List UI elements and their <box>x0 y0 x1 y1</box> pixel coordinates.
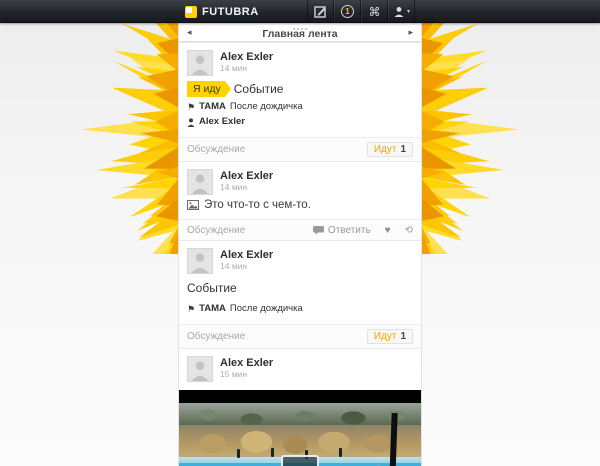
event-author[interactable]: Alex Exler <box>199 116 245 128</box>
person-icon <box>187 118 195 127</box>
command-icon: ⌘ <box>369 6 381 18</box>
flag-icon: ⚑ <box>187 304 195 314</box>
notifications-button[interactable]: 1 <box>334 0 361 23</box>
page: FUTUBRA 1 ⌘ ▾ <box>0 0 600 466</box>
going-counter[interactable]: Идут 1 <box>367 142 413 157</box>
republish-button[interactable]: ⟲ <box>405 225 413 236</box>
brand-name: FUTUBRA <box>202 6 259 18</box>
feed-header: ◂ Главная лента ▸ <box>179 23 421 42</box>
shortcuts-button[interactable]: ⌘ <box>361 0 388 23</box>
photo-icon <box>187 200 199 210</box>
post-text: Alex Exler 14 мин Это что-то с чем-то. О… <box>179 161 421 240</box>
event-author-row: Alex Exler <box>187 116 413 128</box>
notification-count: 1 <box>345 8 349 16</box>
topbar-actions: 1 ⌘ ▾ <box>307 0 415 23</box>
feed-column: ◂ Главная лента ▸ Alex Exler 14 мин <box>178 23 422 466</box>
reply-label: Ответить <box>328 225 371 236</box>
post-author[interactable]: Alex Exler <box>220 249 273 261</box>
post-time: 14 мин <box>220 261 273 272</box>
user-icon <box>393 6 405 18</box>
post-header: Alex Exler 14 мин <box>187 169 413 195</box>
post-author[interactable]: Alex Exler <box>220 170 273 182</box>
event-place[interactable]: После дождичка <box>230 101 303 113</box>
post-time: 14 мин <box>220 182 273 193</box>
avatar[interactable] <box>187 50 213 76</box>
flag-icon: ⚑ <box>187 102 195 112</box>
reply-bubble-icon <box>313 226 324 235</box>
event-place-label: ТАМА <box>199 101 226 113</box>
brand-logo[interactable]: FUTUBRA <box>185 0 259 23</box>
going-label: Идут <box>374 144 397 155</box>
post-footer: Обсуждение Ответить ♥ ⟲ <box>179 219 421 240</box>
post-title[interactable]: Событие <box>187 281 237 295</box>
reply-button[interactable]: Ответить <box>313 225 371 236</box>
event-place[interactable]: После дождичка <box>230 303 303 315</box>
compose-icon <box>314 5 327 18</box>
post-footer: Обсуждение Идут 1 <box>179 324 421 348</box>
going-badge: Я иду <box>187 81 225 97</box>
going-label: Идут <box>374 331 397 342</box>
post-title[interactable]: Событие <box>234 82 284 96</box>
topbar: FUTUBRA 1 ⌘ ▾ <box>0 0 600 23</box>
discussion-link[interactable]: Обсуждение <box>187 225 245 236</box>
avatar[interactable] <box>187 169 213 195</box>
spike-decoration-left <box>43 22 178 254</box>
post-video: Alex Exler 15 мин <box>179 348 421 466</box>
event-place-row: ⚑ ТАМА После дождичка <box>187 303 413 315</box>
avatar[interactable] <box>187 356 213 382</box>
post-text[interactable]: Это что-то с чем-то. <box>204 199 311 211</box>
compose-button[interactable] <box>307 0 334 23</box>
post-event-going: Alex Exler 14 мин Я иду Событие ⚑ ТАМА П… <box>179 42 421 161</box>
post-header: Alex Exler 14 мин <box>187 50 413 76</box>
event-place-row: ⚑ ТАМА После дождичка <box>187 101 413 113</box>
post-footer: Обсуждение Идут 1 <box>179 137 421 161</box>
user-menu-button[interactable]: ▾ <box>388 0 415 23</box>
going-counter[interactable]: Идут 1 <box>367 329 413 344</box>
post-header: Alex Exler 14 мин <box>187 248 413 274</box>
going-count: 1 <box>400 144 406 155</box>
heart-icon: ♥ <box>385 225 391 236</box>
discussion-link[interactable]: Обсуждение <box>187 331 245 342</box>
video-letterbox <box>179 390 421 403</box>
post-time: 15 мин <box>220 369 273 380</box>
futubra-logo-icon <box>185 6 197 18</box>
post-header: Alex Exler 15 мин <box>187 356 413 382</box>
discussion-link[interactable]: Обсуждение <box>187 144 245 155</box>
post-event: Alex Exler 14 мин Событие ⚑ ТАМА После д… <box>179 240 421 348</box>
avatar[interactable] <box>187 248 213 274</box>
notification-count-icon: 1 <box>341 5 354 18</box>
post-time: 14 мин <box>220 63 273 74</box>
going-count: 1 <box>400 331 406 342</box>
post-author[interactable]: Alex Exler <box>220 357 273 369</box>
video-thumbnail[interactable] <box>179 390 421 466</box>
spike-decoration-right <box>422 22 557 254</box>
chevron-down-icon: ▾ <box>407 8 410 15</box>
play-button[interactable] <box>281 455 319 466</box>
event-place-label: ТАМА <box>199 303 226 315</box>
post-actions: Ответить ♥ ⟲ <box>313 225 413 236</box>
feed-next-arrow[interactable]: ▸ <box>408 27 413 38</box>
feed-title: Главная лента <box>179 28 421 40</box>
like-button[interactable]: ♥ <box>385 225 391 236</box>
republish-icon: ⟲ <box>405 225 413 236</box>
post-author[interactable]: Alex Exler <box>220 51 273 63</box>
